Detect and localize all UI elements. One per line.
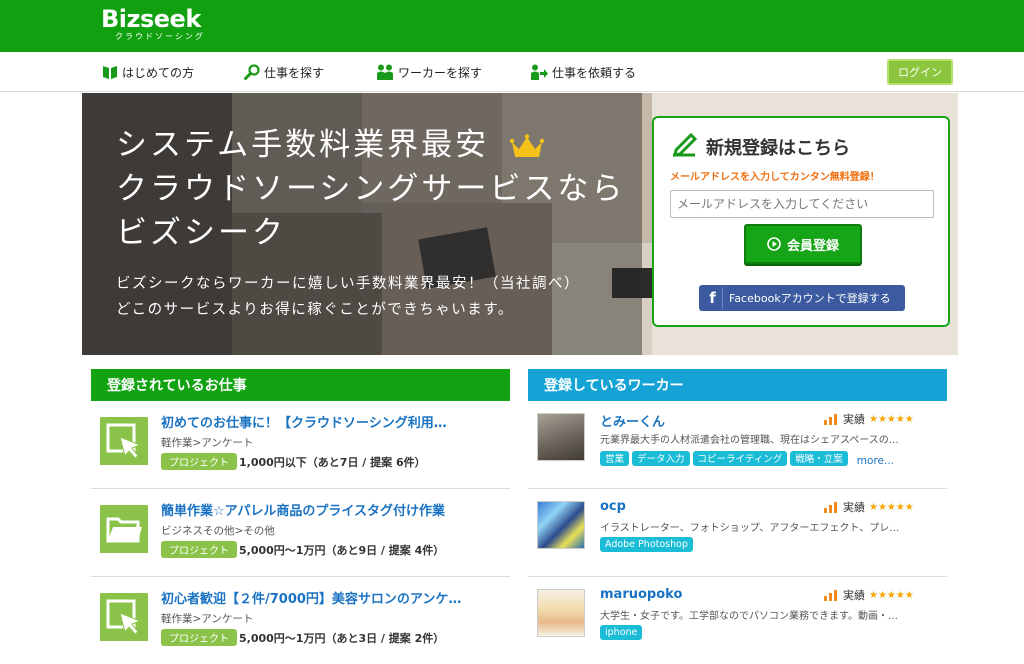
book-icon (103, 66, 117, 79)
hero-title: システム手数料業界最安 クラウドソーシングサービスなら ビズシーク (116, 123, 625, 255)
hero-description: ビズシークならワーカーに嬉しい手数料業界最安！（当社調べ） どこのサービスよりお… (116, 271, 580, 323)
facebook-icon: f (703, 287, 723, 309)
register-button[interactable]: 会員登録 (744, 224, 862, 264)
star-rating: ★★★★★ (869, 501, 914, 513)
worker-tags: Adobe Photoshop (600, 537, 693, 552)
job-title[interactable]: 初めてのお仕事に！【クラウドソーシング利用… (161, 412, 447, 431)
logo-subtitle: クラウドソーシング (115, 32, 205, 41)
hero-title-line: システム手数料業界最安 (116, 127, 490, 163)
worker-rating: 実績 ★★★★★ (823, 587, 914, 603)
worker-rating: 実績 ★★★★★ (823, 411, 914, 427)
worker-name[interactable]: maruopoko (600, 587, 682, 602)
folder-icon (100, 505, 148, 553)
magnifier-icon (244, 64, 260, 80)
job-title[interactable]: 初心者歓迎【２件/7000円】美容サロンのアンケ… (161, 588, 461, 607)
job-title[interactable]: 簡単作業☆アパレル商品のプライスタグ付け作業 (161, 500, 445, 519)
top-header: Bizseek クラウドソーシング (0, 0, 1024, 52)
trophy-chart-icon (824, 590, 837, 601)
login-button[interactable]: ログイン (887, 59, 953, 85)
signup-title: 新規登録はこちら (706, 138, 850, 159)
skill-tag[interactable]: iphone (600, 625, 643, 640)
worker-description: イラストレーター、フォトショップ、アフターエフェクト、プレ… (600, 523, 900, 534)
job-meta: 5,000円〜1万円（あと3日 / 提案 2件） (239, 632, 445, 645)
star-rating: ★★★★★ (869, 413, 914, 425)
project-badge: プロジェクト (161, 541, 237, 558)
job-category: 軽作業>アンケート (161, 437, 254, 449)
signup-panel: 新規登録はこちら メールアドレスを入力してカンタン無料登録！ 会員登録 f Fa… (652, 116, 950, 327)
pencil-icon (673, 132, 698, 157)
worker-rating: 実績 ★★★★★ (823, 499, 914, 515)
facebook-signup-button[interactable]: f Facebookアカウントで登録する (699, 285, 905, 311)
star-rating: ★★★★★ (869, 589, 914, 601)
skill-tag[interactable]: Adobe Photoshop (600, 537, 693, 552)
skill-tag[interactable]: コピーライティング (692, 450, 788, 466)
cursor-click-icon (100, 417, 148, 465)
person-arrow-icon (531, 64, 548, 80)
logo[interactable]: Bizseek クラウドソーシング (101, 6, 205, 41)
main-nav: はじめての方 仕事を探す ワーカーを探す 仕事を依頼する ログイン (0, 52, 1024, 92)
nav-item-find-workers[interactable]: ワーカーを探す (376, 52, 482, 92)
rating-label: 実績 (843, 501, 865, 514)
worker-item[interactable]: maruopoko 実績 ★★★★★ 大学生・女子です。工学部なのでパソコン業務… (528, 577, 947, 664)
hero-title-line: ビズシーク (116, 215, 286, 251)
hero-desc-line: ビズシークならワーカーに嬉しい手数料業界最安！（当社調べ） (116, 276, 580, 292)
trophy-chart-icon (824, 414, 837, 425)
email-field[interactable] (670, 190, 934, 218)
project-badge: プロジェクト (161, 453, 237, 470)
project-badge: プロジェクト (161, 629, 237, 646)
job-item[interactable]: 初めてのお仕事に！【クラウドソーシング利用… 軽作業>アンケート プロジェクト … (91, 401, 510, 489)
workers-section-heading: 登録しているワーカー (528, 369, 947, 401)
people-icon (377, 64, 393, 80)
nav-item-beginners[interactable]: はじめての方 (102, 52, 194, 92)
rating-label: 実績 (843, 413, 865, 426)
worker-tags: 営業 データ入力 コピーライティング 戦略・立案 more... (600, 449, 894, 467)
cursor-click-icon (100, 593, 148, 641)
worker-description: 大学生・女子です。工学部なのでパソコン業務できます。動画・… (600, 611, 898, 622)
nav-item-find-jobs[interactable]: 仕事を探す (244, 52, 324, 92)
worker-item[interactable]: ocp 実績 ★★★★★ イラストレーター、フォトショップ、アフターエフェクト、… (528, 489, 947, 577)
job-meta: 5,000円〜1万円（あと9日 / 提案 4件） (239, 544, 445, 557)
nav-item-request-job[interactable]: 仕事を依頼する (530, 52, 636, 92)
job-item[interactable]: 初心者歓迎【２件/7000円】美容サロンのアンケ… 軽作業>アンケート プロジェ… (91, 577, 510, 664)
trophy-chart-icon (824, 502, 837, 513)
nav-label: はじめての方 (122, 65, 195, 80)
avatar[interactable] (537, 413, 585, 461)
nav-label: 仕事を依頼する (552, 65, 637, 80)
register-button-label: 会員登録 (786, 238, 839, 254)
job-category: ビジネスその他>その他 (161, 525, 275, 537)
skill-tag[interactable]: 営業 (600, 450, 630, 466)
crown-icon (509, 133, 544, 157)
worker-name[interactable]: ocp (600, 499, 626, 514)
nav-label: 仕事を探す (264, 65, 325, 80)
facebook-button-label: Facebookアカウントで登録する (729, 292, 891, 305)
avatar[interactable] (537, 501, 585, 549)
nav-label: ワーカーを探す (398, 65, 483, 80)
skill-tag[interactable]: 戦略・立案 (790, 450, 848, 466)
skill-tag[interactable]: データ入力 (632, 450, 690, 466)
rating-label: 実績 (843, 589, 865, 602)
jobs-section-heading: 登録されているお仕事 (91, 369, 510, 401)
avatar[interactable] (537, 589, 585, 637)
more-link[interactable]: more... (857, 455, 894, 467)
logo-text: Bizseek (101, 5, 201, 33)
worker-description: 元業界最大手の人材派遣会社の管理職、現在はシェアスペースの… (600, 435, 899, 446)
job-meta: 1,000円以下（あと7日 / 提案 6件） (239, 456, 426, 469)
job-item[interactable]: 簡単作業☆アパレル商品のプライスタグ付け作業 ビジネスその他>その他 プロジェク… (91, 489, 510, 577)
play-circle-icon (767, 237, 781, 251)
worker-tags: iphone (600, 625, 643, 640)
hero-desc-line: どこのサービスよりお得に稼ぐことができちゃいます。 (116, 302, 514, 318)
hero-title-line: クラウドソーシングサービスなら (116, 171, 626, 207)
signup-subtitle: メールアドレスを入力してカンタン無料登録！ (670, 172, 880, 183)
worker-name[interactable]: とみーくん (600, 411, 665, 430)
job-category: 軽作業>アンケート (161, 613, 254, 625)
worker-item[interactable]: とみーくん 実績 ★★★★★ 元業界最大手の人材派遣会社の管理職、現在はシェアス… (528, 401, 947, 489)
